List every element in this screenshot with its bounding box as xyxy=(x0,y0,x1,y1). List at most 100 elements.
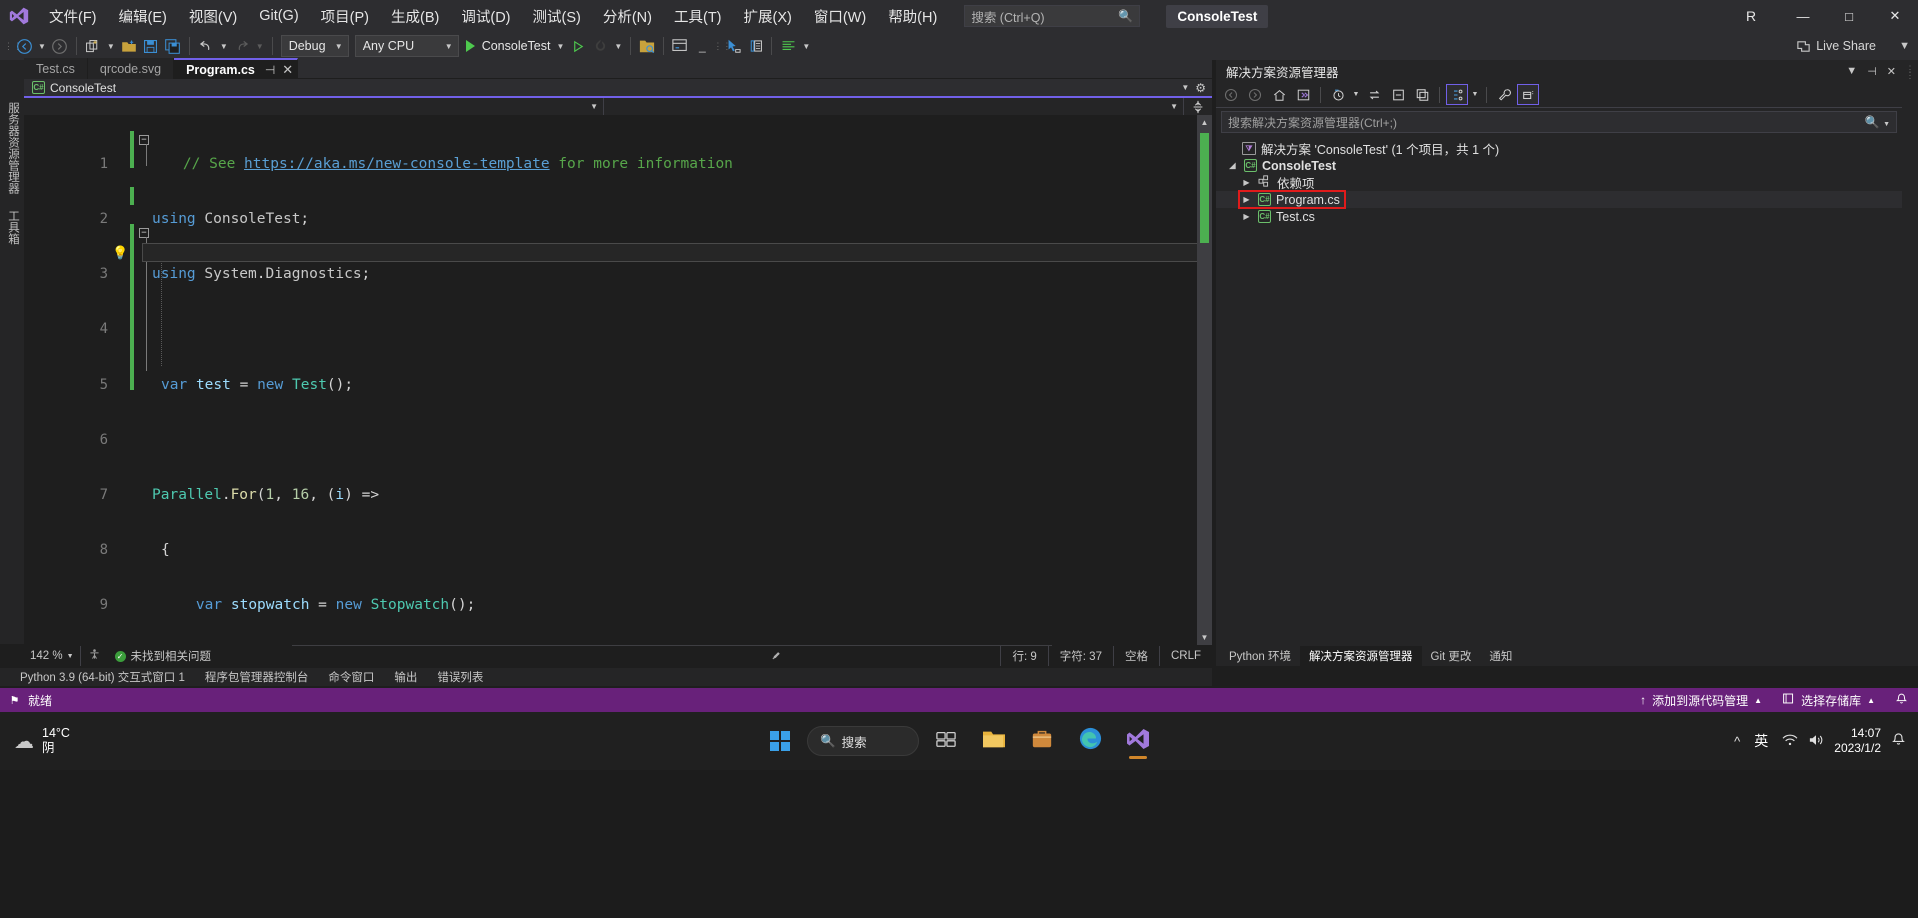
toolbar-grip-2[interactable]: ⋮⋮ xyxy=(713,37,731,55)
code-line[interactable]: 9 var stopwatch = new Stopwatch(); xyxy=(24,596,476,614)
select-repository-button[interactable]: 选择存储库 ▲ xyxy=(1772,688,1885,712)
live-share-button[interactable]: Live Share xyxy=(1796,39,1876,54)
save-all-icon[interactable] xyxy=(162,34,184,58)
dock-tab-error-list[interactable]: 错误列表 xyxy=(427,668,493,686)
fold-toggle-line2[interactable]: − xyxy=(139,135,149,145)
list-icon[interactable] xyxy=(777,34,799,58)
tree-twisty-collapsed-icon[interactable]: ▶ xyxy=(1240,195,1253,204)
tree-twisty-collapsed-icon[interactable]: ▶ xyxy=(1240,212,1253,221)
code-line[interactable]: 7 Parallel.For(1, 16, (i) => xyxy=(24,486,379,504)
start-debug-label[interactable]: ConsoleTest xyxy=(479,39,554,53)
hot-reload-caret[interactable]: ▼ xyxy=(611,34,625,58)
minimize-button[interactable]: — xyxy=(1780,0,1826,32)
close-icon[interactable]: ✕ xyxy=(1887,65,1896,78)
se-pending-caret[interactable]: ▼ xyxy=(1351,84,1361,105)
vtab-server-explorer[interactable]: 服务器资源管理器 xyxy=(0,94,26,202)
close-icon[interactable]: ✕ xyxy=(282,62,293,78)
account-avatar[interactable]: R xyxy=(1738,3,1764,29)
code-line[interactable]: 6 xyxy=(24,431,108,449)
minimize-dock-icon[interactable]: _ xyxy=(691,34,713,58)
menu-edit[interactable]: 编辑(E) xyxy=(108,0,178,32)
code-line[interactable]: 8{ xyxy=(24,541,170,559)
volume-icon[interactable] xyxy=(1808,733,1824,750)
toolbar-grip[interactable]: ⋮⋮ xyxy=(4,37,22,55)
se-tab-notifications[interactable]: 通知 xyxy=(1480,646,1521,666)
menu-extensions[interactable]: 扩展(X) xyxy=(733,0,803,32)
se-forward-icon[interactable] xyxy=(1244,84,1266,105)
code-editor[interactable]: − − 💡 1 // See https://aka.ms/new-consol… xyxy=(24,115,1197,645)
issues-status[interactable]: ✓ 未找到相关问题 xyxy=(108,646,219,666)
tree-node-dependencies[interactable]: ▶ 依赖项 xyxy=(1216,174,1902,191)
menu-tools[interactable]: 工具(T) xyxy=(663,0,733,32)
menu-analyze[interactable]: 分析(N) xyxy=(592,0,663,32)
eol-status[interactable]: CRLF xyxy=(1158,646,1212,666)
dock-tab-python-interactive[interactable]: Python 3.9 (64-bit) 交互式窗口 1 xyxy=(10,668,195,686)
pin-icon[interactable]: ⊣ xyxy=(265,63,275,77)
new-item-icon[interactable] xyxy=(82,34,104,58)
forward-arrow-icon[interactable] xyxy=(49,34,71,58)
se-pending-changes-icon[interactable] xyxy=(1327,84,1349,105)
tree-twisty-collapsed-icon[interactable]: ▶ xyxy=(1240,178,1253,187)
se-collapse-all-icon[interactable] xyxy=(1387,84,1409,105)
start-button[interactable] xyxy=(759,720,801,762)
new-item-caret[interactable]: ▼ xyxy=(104,34,118,58)
notification-bell-button[interactable] xyxy=(1885,688,1918,712)
open-folder-icon[interactable] xyxy=(118,34,140,58)
se-home-icon[interactable] xyxy=(1268,84,1290,105)
undo-caret[interactable]: ▼ xyxy=(217,34,231,58)
chevron-down-icon[interactable]: ▼ xyxy=(1181,83,1189,92)
ime-indicator[interactable]: 英 xyxy=(1750,731,1772,751)
properties-icon[interactable] xyxy=(744,34,766,58)
platform-combo[interactable]: Any CPU ▼ xyxy=(354,35,459,57)
brush-status[interactable]: 行: 9 xyxy=(772,646,1047,666)
tree-node-program-cs[interactable]: ▶ C# Program.cs xyxy=(1216,190,1902,209)
chevron-down-icon[interactable]: ▼ xyxy=(1846,65,1857,77)
tree-twisty-expanded-icon[interactable]: ◢ xyxy=(1226,161,1239,170)
menu-project[interactable]: 项目(P) xyxy=(310,0,380,32)
file-explorer-button[interactable] xyxy=(973,720,1015,762)
redo-caret[interactable]: ▼ xyxy=(253,34,267,58)
code-line[interactable]: 3 using System.Diagnostics; xyxy=(24,265,371,283)
menu-file[interactable]: 文件(F) xyxy=(38,0,108,32)
se-show-all-files-icon[interactable] xyxy=(1411,84,1433,105)
dock-tab-output[interactable]: 输出 xyxy=(384,668,427,686)
weather-widget[interactable]: ☁ 14°C 阴 xyxy=(0,726,70,756)
se-preview-selected-icon[interactable] xyxy=(1517,84,1539,105)
se-view-switch-caret[interactable]: ▼ xyxy=(1470,84,1480,105)
play-icon[interactable] xyxy=(465,40,475,52)
maximize-button[interactable]: □ xyxy=(1826,0,1872,32)
menu-help[interactable]: 帮助(H) xyxy=(877,0,948,32)
editor-vertical-scrollbar[interactable]: ▲ ▼ xyxy=(1197,115,1212,645)
zoom-combo[interactable]: 142 % ▼ xyxy=(24,646,81,666)
visual-studio-button[interactable] xyxy=(1117,720,1159,762)
toolbar-overflow-icon[interactable]: ▼ xyxy=(1899,40,1910,52)
se-tab-git-changes[interactable]: Git 更改 xyxy=(1422,646,1481,666)
menu-build[interactable]: 生成(B) xyxy=(380,0,450,32)
menu-git[interactable]: Git(G) xyxy=(248,0,309,32)
configuration-combo[interactable]: Debug ▼ xyxy=(280,35,349,57)
folder-search-icon[interactable] xyxy=(636,34,658,58)
add-to-source-control-button[interactable]: ↑ 添加到源代码管理 ▲ xyxy=(1630,688,1772,712)
editor-tab-test-cs[interactable]: Test.cs xyxy=(24,58,88,80)
lightbulb-icon[interactable]: 💡 xyxy=(112,245,128,261)
gear-icon[interactable]: ⚙ xyxy=(1195,81,1206,95)
tree-node-test-cs[interactable]: ▶ C# Test.cs xyxy=(1216,208,1902,225)
right-strip-grip[interactable]: ⋮ ⋮ xyxy=(1902,60,1918,80)
vtab-toolbox[interactable]: 工具箱 xyxy=(0,202,26,253)
tree-node-solution[interactable]: ⧩ 解决方案 'ConsoleTest' (1 个项目，共 1 个) xyxy=(1216,140,1902,157)
taskbar-search-button[interactable]: 🔍 搜索 xyxy=(807,726,919,756)
close-button[interactable]: ✕ xyxy=(1872,0,1918,32)
se-sync-with-active-icon[interactable] xyxy=(1363,84,1385,105)
edge-button[interactable] xyxy=(1069,720,1111,762)
dock-tab-command-window[interactable]: 命令窗口 xyxy=(318,668,384,686)
se-properties-tool-icon[interactable] xyxy=(1493,84,1515,105)
spaces-status[interactable]: 空格 xyxy=(1112,646,1159,666)
se-back-icon[interactable] xyxy=(1220,84,1242,105)
se-tab-solution-explorer[interactable]: 解决方案资源管理器 xyxy=(1300,646,1422,666)
pin-icon[interactable]: ⊣ xyxy=(1867,65,1877,78)
back-dropdown-caret[interactable]: ▼ xyxy=(35,34,49,58)
fold-toggle-line7[interactable]: − xyxy=(139,228,149,238)
code-line[interactable]: 1 // See https://aka.ms/new-console-temp… xyxy=(24,155,733,173)
menu-view[interactable]: 视图(V) xyxy=(178,0,248,32)
se-solution-icon[interactable] xyxy=(1292,84,1314,105)
